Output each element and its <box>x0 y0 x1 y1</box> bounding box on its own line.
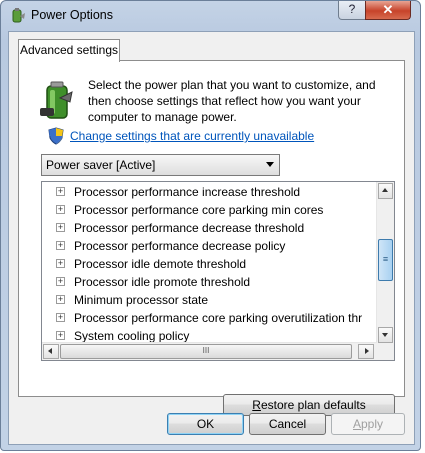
scroll-left-button[interactable] <box>43 344 59 359</box>
restore-label: estore plan defaults <box>260 398 366 412</box>
cancel-button[interactable]: Cancel <box>249 413 326 435</box>
tree-item-label: Processor performance increase threshold <box>74 185 301 199</box>
scroll-down-button[interactable] <box>378 327 393 343</box>
arrow-left-icon <box>48 348 52 354</box>
grip-icon: ≡ <box>382 254 389 264</box>
horizontal-scroll-thumb[interactable]: III <box>60 344 352 359</box>
tree-item-label: Processor performance decrease policy <box>74 239 286 253</box>
uac-shield-icon <box>48 127 64 145</box>
expand-icon[interactable]: + <box>56 205 65 214</box>
apply-button[interactable]: Apply <box>331 413 405 435</box>
tree-item[interactable]: + Processor performance decrease threshol… <box>56 219 305 237</box>
tree-item-label: Processor performance core parking overu… <box>74 311 363 325</box>
tree-item-label: Processor performance decrease threshold <box>74 221 305 235</box>
description-text: Select the power plan that you want to c… <box>88 78 376 124</box>
vertical-scrollbar[interactable]: ≡ <box>376 182 394 343</box>
settings-tree[interactable]: + Processor performance increase threshol… <box>41 181 395 361</box>
tree-item[interactable]: + Processor performance core parking min … <box>56 201 324 219</box>
battery-power-icon <box>40 81 73 119</box>
window-title: Power Options <box>31 8 113 22</box>
tab-advanced-settings[interactable]: Advanced settings <box>18 39 120 62</box>
tree-item[interactable]: + Processor idle promote threshold <box>56 273 251 291</box>
dialog-client: Advanced settings Select the power plan … <box>8 31 415 445</box>
expand-icon[interactable]: + <box>56 259 65 268</box>
restore-accelerator: R <box>252 398 261 412</box>
title-bar[interactable]: Power Options ? ✕ <box>1 1 420 31</box>
tree-item[interactable]: + Processor performance core parking over… <box>56 309 363 327</box>
close-button[interactable]: ✕ <box>365 1 411 20</box>
tree-item[interactable]: + Processor idle demote threshold <box>56 255 247 273</box>
help-button[interactable]: ? <box>338 1 366 20</box>
arrow-down-icon <box>382 333 388 337</box>
power-plan-selected-value: Power saver [Active] <box>46 158 156 172</box>
tree-item[interactable]: + Processor performance decrease policy <box>56 237 286 255</box>
expand-icon[interactable]: + <box>56 295 65 304</box>
power-options-window: Power Options ? ✕ Advanced settings Sele… <box>0 0 421 451</box>
scroll-corner <box>377 343 394 360</box>
expand-icon[interactable]: + <box>56 241 65 250</box>
scroll-up-button[interactable] <box>378 183 393 199</box>
tree-item-label: System cooling policy <box>74 329 190 343</box>
scroll-right-button[interactable] <box>358 344 374 359</box>
expand-icon[interactable]: + <box>56 313 65 322</box>
power-plan-select[interactable]: Power saver [Active] <box>41 154 280 176</box>
arrow-right-icon <box>365 348 369 354</box>
expand-icon[interactable]: + <box>56 223 65 232</box>
arrow-up-icon <box>382 188 388 192</box>
chevron-down-icon <box>266 162 274 167</box>
expand-icon[interactable]: + <box>56 187 65 196</box>
advanced-settings-panel: Select the power plan that you want to c… <box>18 60 405 416</box>
expand-icon[interactable]: + <box>56 277 65 286</box>
change-settings-link[interactable]: Change settings that are currently unava… <box>70 129 314 143</box>
power-options-icon <box>12 8 25 23</box>
horizontal-scrollbar[interactable]: III <box>42 342 377 360</box>
apply-accelerator: A <box>352 417 361 431</box>
tree-item-label: Processor idle promote threshold <box>74 275 251 289</box>
tree-item[interactable]: + Minimum processor state <box>56 291 209 309</box>
tree-item-label: Processor idle demote threshold <box>74 257 247 271</box>
expand-icon[interactable]: + <box>56 331 65 340</box>
tree-item[interactable]: + Processor performance increase threshol… <box>56 183 301 201</box>
tree-item-label: Processor performance core parking min c… <box>74 203 324 217</box>
tree-item-label: Minimum processor state <box>74 293 209 307</box>
vertical-scroll-thumb[interactable]: ≡ <box>378 239 393 281</box>
apply-label: pply <box>361 417 384 431</box>
ok-button[interactable]: OK <box>167 413 244 435</box>
